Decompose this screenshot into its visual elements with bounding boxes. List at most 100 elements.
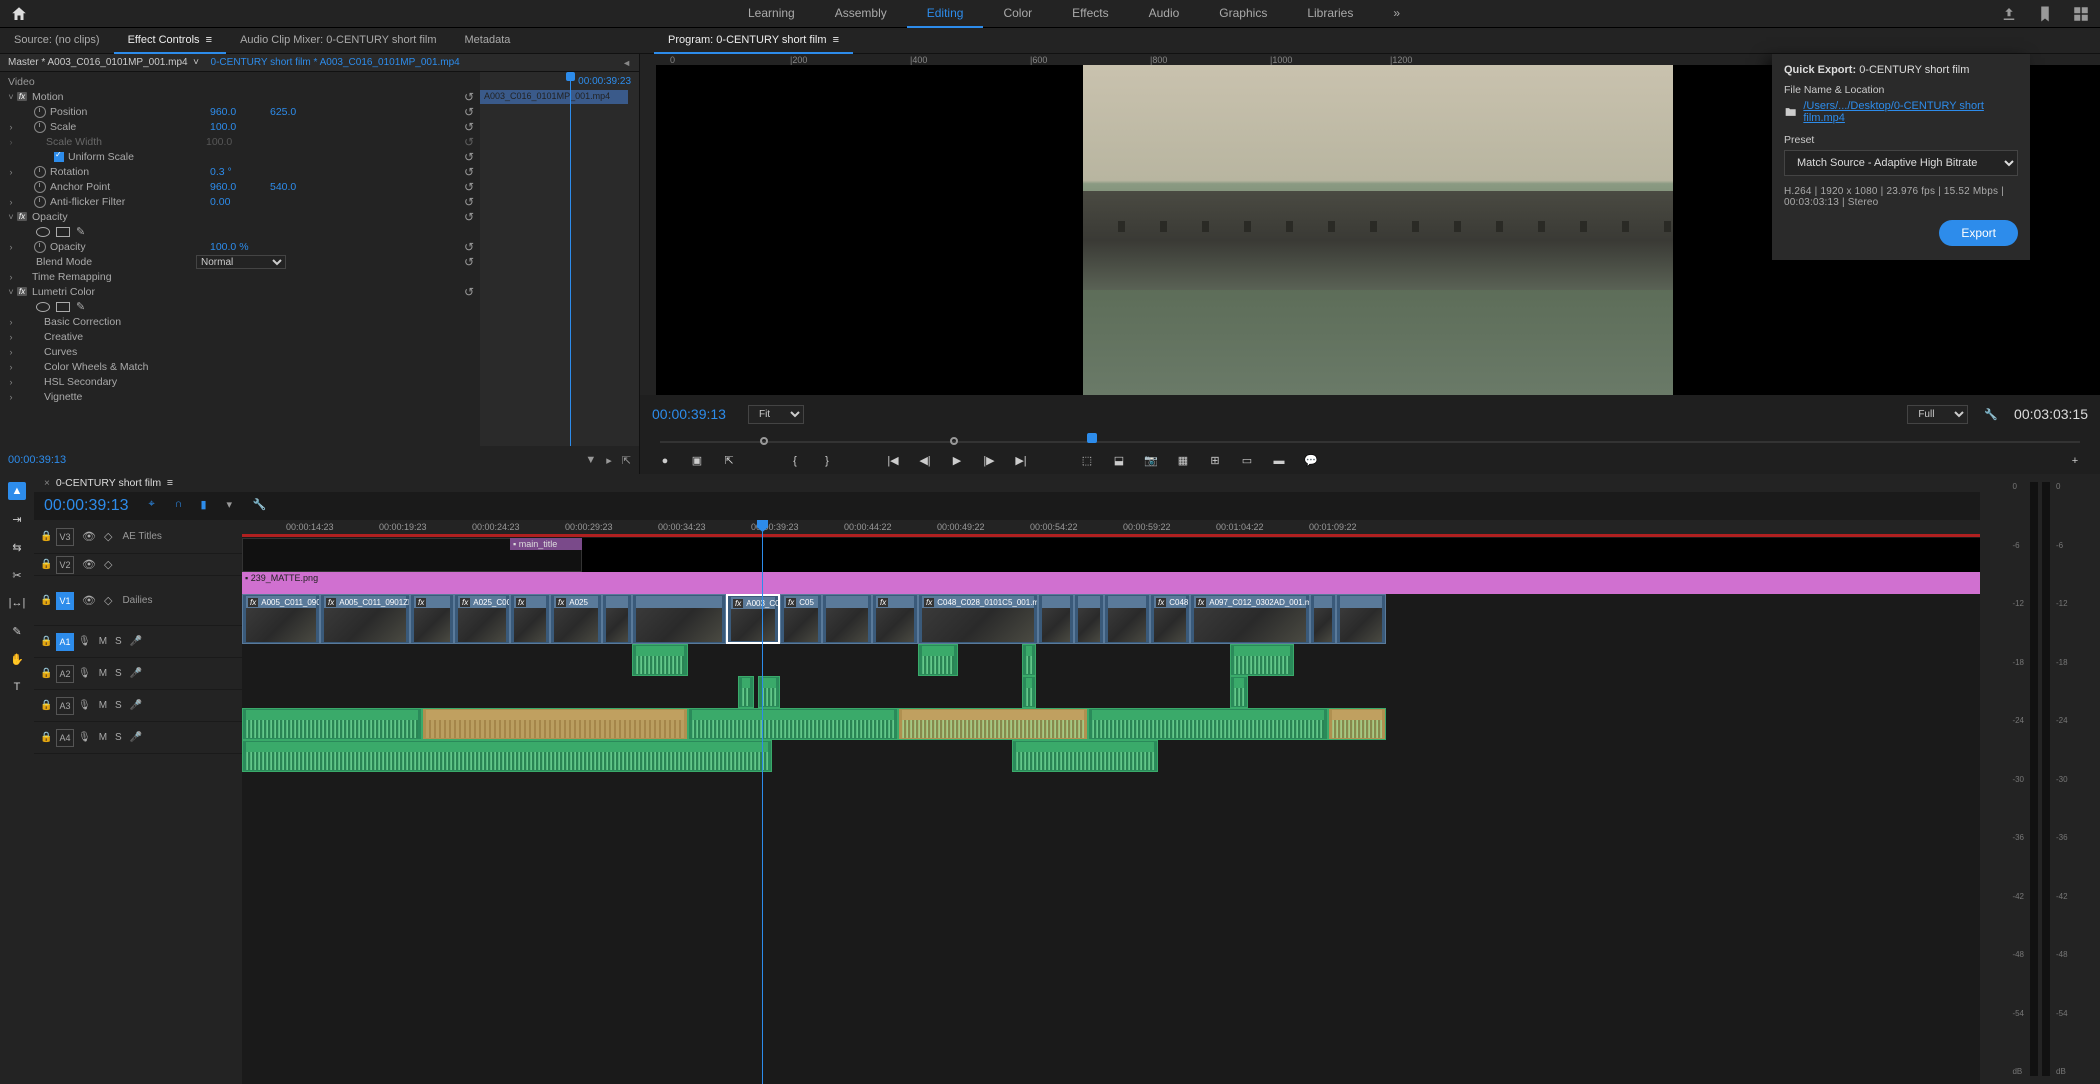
ec-colorwheels[interactable]: ›Color Wheels & Match [0,359,480,374]
clip-a3-3[interactable] [898,708,1088,740]
clip-a2-3[interactable] [1230,676,1248,708]
clip-v1-0[interactable]: fxA005_C011_0901Z [242,594,320,644]
clip-a3-4[interactable] [1088,708,1328,740]
mark-in-icon[interactable]: ▣ [688,452,706,470]
ec-lumetri[interactable]: ˅fxLumetri Color↺ [0,284,480,299]
timeline-timecode[interactable]: 00:00:39:13 [44,497,129,515]
timeline-tracks[interactable]: 00:00:14:23 00:00:19:23 00:00:24:23 00:0… [242,520,1980,1084]
track-header-v1[interactable]: 🔒V1 👁◇ Dailies [34,576,242,626]
track-a4[interactable] [242,740,1980,772]
ws-overflow[interactable]: » [1373,0,1420,28]
track-header-a1[interactable]: 🔒A1 🎙MS🎤 [34,626,242,658]
track-header-a4[interactable]: 🔒A4 🎙MS🎤 [34,722,242,754]
filter-icon[interactable]: ▼ [585,454,596,467]
button-editor-icon[interactable]: + [2066,452,2084,470]
clip-a3-5[interactable] [1328,708,1386,740]
ripple-edit-icon[interactable]: ⇆ [8,538,26,556]
ec-opacity-group[interactable]: ˅fxOpacity↺ [0,209,480,224]
marker-icon[interactable]: ▮ [201,498,217,514]
clip-v1-17[interactable]: fxA097_C012_0302AD_001.m [1190,594,1310,644]
clip-v1-18[interactable] [1310,594,1336,644]
add-marker-icon[interactable]: ● [656,452,674,470]
play-icon[interactable]: ▶ [948,452,966,470]
clip-a3-1[interactable] [422,708,688,740]
clip-v1-3[interactable]: fxA025_C00 [454,594,510,644]
clip-v1-4[interactable]: fx [510,594,550,644]
ec-flicker[interactable]: ›Anti-flicker Filter0.00↺ [0,194,480,209]
clip-v1-14[interactable] [1074,594,1104,644]
selection-tool-icon[interactable]: ▲ [8,482,26,500]
mark-out-icon[interactable]: ⇱ [720,452,738,470]
ec-basic[interactable]: ›Basic Correction [0,314,480,329]
ec-curves[interactable]: ›Curves [0,344,480,359]
ec-blend[interactable]: Blend ModeNormal↺ [0,254,480,269]
clip-matte[interactable]: ▪ 239_MATTE.png [242,572,1980,594]
wrench-icon[interactable]: 🔧 [253,498,269,514]
safe-margins-icon[interactable]: ⊞ [1206,452,1224,470]
track-header-a2[interactable]: 🔒A2 🎙MS🎤 [34,658,242,690]
tab-metadata[interactable]: Metadata [451,28,525,54]
clip-v1-6[interactable] [602,594,632,644]
ec-timeremap[interactable]: ›Time Remapping [0,269,480,284]
ec-masks[interactable]: ✎ [0,224,480,239]
marker-in-icon[interactable]: ▸ [606,454,612,467]
settings-icon2[interactable]: ▾ [227,498,243,514]
clip-v1-13[interactable] [1038,594,1074,644]
track-a2[interactable] [242,676,1980,708]
sync-lock-icon[interactable]: ◇ [104,530,112,543]
hand-tool-icon[interactable]: ✋ [8,650,26,668]
ws-audio[interactable]: Audio [1129,0,1200,28]
ec-rotation[interactable]: ›Rotation0.3 °↺ [0,164,480,179]
clip-v1-7[interactable] [632,594,726,644]
in-point-handle[interactable] [760,437,768,445]
comment-icon[interactable]: 💬 [1302,452,1320,470]
clip-v1-8-selected[interactable]: fxA003_C016 [726,594,780,644]
clip-v1-2[interactable]: fx [410,594,454,644]
clip-a2-2[interactable] [1022,676,1036,708]
mute-icon[interactable]: 🎙 [78,636,91,647]
workspace-icon[interactable] [2072,5,2090,23]
playhead-handle[interactable] [1087,433,1097,443]
clip-a3-2[interactable] [688,708,898,740]
ec-scale[interactable]: ›Scale100.0↺ [0,119,480,134]
share-icon[interactable] [2000,5,2018,23]
qe-path-link[interactable]: /Users/.../Desktop/0-CENTURY short film.… [1803,100,2018,124]
ec-position[interactable]: Position960.0625.0↺ [0,104,480,119]
track-a1[interactable] [242,644,1980,676]
ws-effects[interactable]: Effects [1052,0,1128,28]
program-scrubber[interactable] [660,433,2080,448]
track-header-a3[interactable]: 🔒A3 🎙MS🎤 [34,690,242,722]
blend-mode-select[interactable]: Normal [196,255,286,269]
ws-learning[interactable]: Learning [728,0,815,28]
clip-a1-0[interactable] [632,644,688,676]
ws-assembly[interactable]: Assembly [815,0,907,28]
resolution-select[interactable]: Full [1907,405,1968,424]
ec-opacity[interactable]: ›Opacity100.0 %↺ [0,239,480,254]
clip-v1-5[interactable]: fxA025 [550,594,602,644]
track-a3[interactable] [242,708,1980,740]
marker-out-icon[interactable]: ⇱ [622,454,631,467]
type-tool-icon[interactable]: T [8,678,26,696]
clip-a1-1[interactable] [918,644,958,676]
slip-icon[interactable]: |↔| [8,594,26,612]
voice-icon[interactable]: 🎤 [130,636,142,647]
snap-icon[interactable]: ⌖ [149,498,165,514]
clip-a1-2[interactable] [1022,644,1036,676]
ec-playhead[interactable] [570,72,571,446]
sequence-tab[interactable]: ×0-CENTURY short film ≡ [34,474,1980,492]
proxy-icon[interactable]: ▭ [1238,452,1256,470]
lock-icon[interactable]: 🔒 [40,531,52,542]
ec-motion[interactable]: ˅fxMotion↺ [0,89,480,104]
track-header-v2[interactable]: 🔒V2 👁◇ [34,554,242,576]
clip-v1-11[interactable]: fx [872,594,918,644]
clip-a4-1[interactable] [1012,740,1158,772]
ec-anchor[interactable]: Anchor Point960.0540.0↺ [0,179,480,194]
clip-v1-1[interactable]: fxA005_C011_0901ZB_001 [320,594,410,644]
track-v2[interactable]: ▪ 239_MATTE.png [242,572,1980,594]
timeline-ruler[interactable]: 00:00:14:23 00:00:19:23 00:00:24:23 00:0… [242,520,1980,535]
qe-preset-select[interactable]: Match Source - Adaptive High Bitrate [1784,150,2018,176]
timeline-playhead[interactable] [762,520,763,1084]
go-end-icon[interactable]: ▶| [1012,452,1030,470]
home-icon[interactable] [10,5,28,23]
compare-icon[interactable]: ▦ [1174,452,1192,470]
